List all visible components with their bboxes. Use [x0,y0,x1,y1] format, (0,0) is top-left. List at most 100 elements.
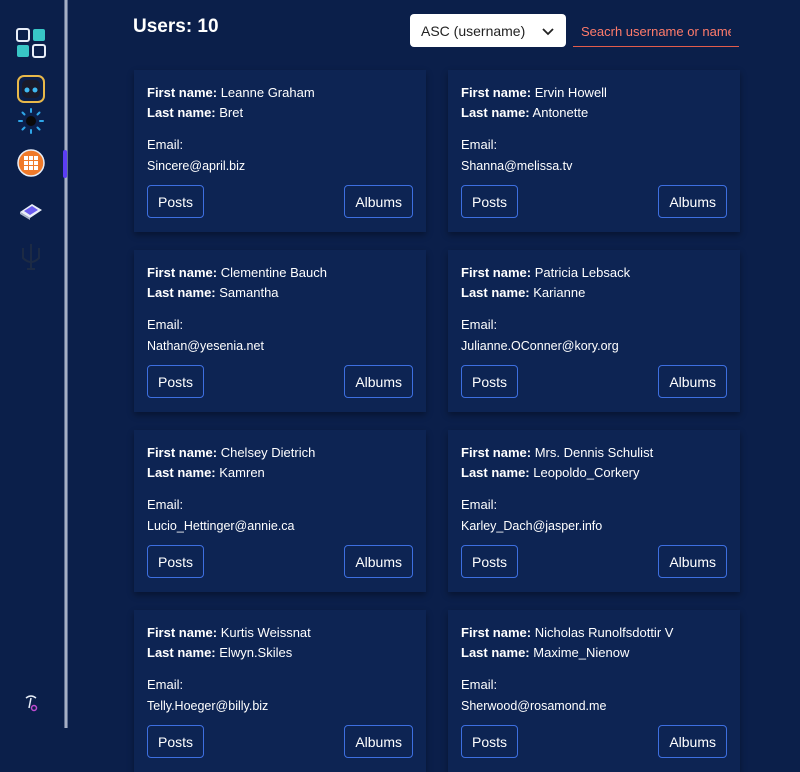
email-label: Email: [147,496,413,516]
last-name-row: Last name: Antonette [461,104,727,124]
posts-button[interactable]: Posts [461,545,518,578]
user-card-grid: First name: Leanne Graham Last name: Bre… [134,70,740,772]
main-content: Users: 10 ASC (username) First name: Lea… [68,0,800,728]
first-name-label: First name: [147,445,217,460]
last-name-row: Last name: Bret [147,104,413,124]
last-name-label: Last name: [461,105,530,120]
posts-button[interactable]: Posts [147,545,204,578]
posts-button[interactable]: Posts [147,185,204,218]
first-name-value: Leanne Graham [221,85,315,100]
last-name-value: Kamren [219,465,265,480]
first-name-row: First name: Chelsey Dietrich [147,444,413,464]
first-name-label: First name: [147,625,217,640]
albums-button[interactable]: Albums [658,365,727,398]
last-name-value: Maxime_Nienow [533,645,629,660]
first-name-row: First name: Kurtis Weissnat [147,624,413,644]
sort-select[interactable]: ASC (username) [410,14,566,47]
book-icon[interactable] [14,194,48,228]
posts-button[interactable]: Posts [147,365,204,398]
last-name-row: Last name: Leopoldo_Corkery [461,464,727,484]
email-value: Sherwood@rosamond.me [461,696,727,716]
user-card: First name: Chelsey Dietrich Last name: … [134,430,426,592]
user-card: First name: Patricia Lebsack Last name: … [448,250,740,412]
first-name-value: Ervin Howell [535,85,607,100]
email-label: Email: [461,676,727,696]
email-label: Email: [461,316,727,336]
last-name-row: Last name: Karianne [461,284,727,304]
user-card: First name: Kurtis Weissnat Last name: E… [134,610,426,772]
last-name-label: Last name: [461,645,530,660]
sun-icon[interactable] [14,104,48,138]
user-icon[interactable] [18,690,44,716]
grid-apps-icon[interactable] [14,26,48,60]
posts-button[interactable]: Posts [461,185,518,218]
email-label: Email: [147,136,413,156]
first-name-label: First name: [147,265,217,280]
first-name-value: Clementine Bauch [221,265,327,280]
first-name-value: Patricia Lebsack [535,265,630,280]
posts-button[interactable]: Posts [147,725,204,758]
last-name-value: Leopoldo_Corkery [533,465,639,480]
first-name-row: First name: Patricia Lebsack [461,264,727,284]
last-name-value: Antonette [533,105,589,120]
last-name-label: Last name: [147,465,216,480]
albums-button[interactable]: Albums [658,725,727,758]
first-name-row: First name: Mrs. Dennis Schulist [461,444,727,464]
email-label: Email: [147,316,413,336]
email-value: Shanna@melissa.tv [461,156,727,176]
albums-button[interactable]: Albums [658,185,727,218]
posts-button[interactable]: Posts [461,725,518,758]
first-name-label: First name: [461,445,531,460]
robot-icon[interactable] [14,72,48,106]
first-name-row: First name: Ervin Howell [461,84,727,104]
first-name-label: First name: [461,265,531,280]
user-card: First name: Nicholas Runolfsdottir V Las… [448,610,740,772]
first-name-value: Nicholas Runolfsdottir V [535,625,674,640]
albums-button[interactable]: Albums [344,365,413,398]
sidebar [0,0,64,728]
user-card: First name: Ervin Howell Last name: Anto… [448,70,740,232]
chevron-down-icon [542,23,554,39]
first-name-value: Chelsey Dietrich [221,445,316,460]
last-name-label: Last name: [147,285,216,300]
first-name-label: First name: [461,625,531,640]
last-name-label: Last name: [147,645,216,660]
sort-select-value: ASC (username) [421,23,525,39]
last-name-row: Last name: Elwyn.Skiles [147,644,413,664]
email-label: Email: [461,496,727,516]
email-label: Email: [147,676,413,696]
last-name-label: Last name: [461,465,530,480]
email-value: Julianne.OConner@kory.org [461,336,727,356]
first-name-label: First name: [147,85,217,100]
first-name-row: First name: Leanne Graham [147,84,413,104]
last-name-row: Last name: Kamren [147,464,413,484]
user-card: First name: Leanne Graham Last name: Bre… [134,70,426,232]
last-name-value: Samantha [219,285,278,300]
trident-icon[interactable] [14,240,48,274]
last-name-value: Karianne [533,285,585,300]
email-value: Nathan@yesenia.net [147,336,413,356]
user-card: First name: Mrs. Dennis Schulist Last na… [448,430,740,592]
email-label: Email: [461,136,727,156]
calculator-icon[interactable] [14,146,48,180]
albums-button[interactable]: Albums [344,185,413,218]
first-name-label: First name: [461,85,531,100]
user-card: First name: Clementine Bauch Last name: … [134,250,426,412]
email-value: Telly.Hoeger@billy.biz [147,696,413,716]
first-name-value: Kurtis Weissnat [221,625,311,640]
last-name-label: Last name: [461,285,530,300]
last-name-row: Last name: Samantha [147,284,413,304]
email-value: Sincere@april.biz [147,156,413,176]
first-name-row: First name: Nicholas Runolfsdottir V [461,624,727,644]
albums-button[interactable]: Albums [658,545,727,578]
last-name-row: Last name: Maxime_Nienow [461,644,727,664]
active-indicator [63,150,67,178]
albums-button[interactable]: Albums [344,545,413,578]
first-name-value: Mrs. Dennis Schulist [535,445,653,460]
first-name-row: First name: Clementine Bauch [147,264,413,284]
last-name-value: Elwyn.Skiles [219,645,292,660]
posts-button[interactable]: Posts [461,365,518,398]
albums-button[interactable]: Albums [344,725,413,758]
search-input[interactable] [573,16,739,47]
last-name-value: Bret [219,105,243,120]
